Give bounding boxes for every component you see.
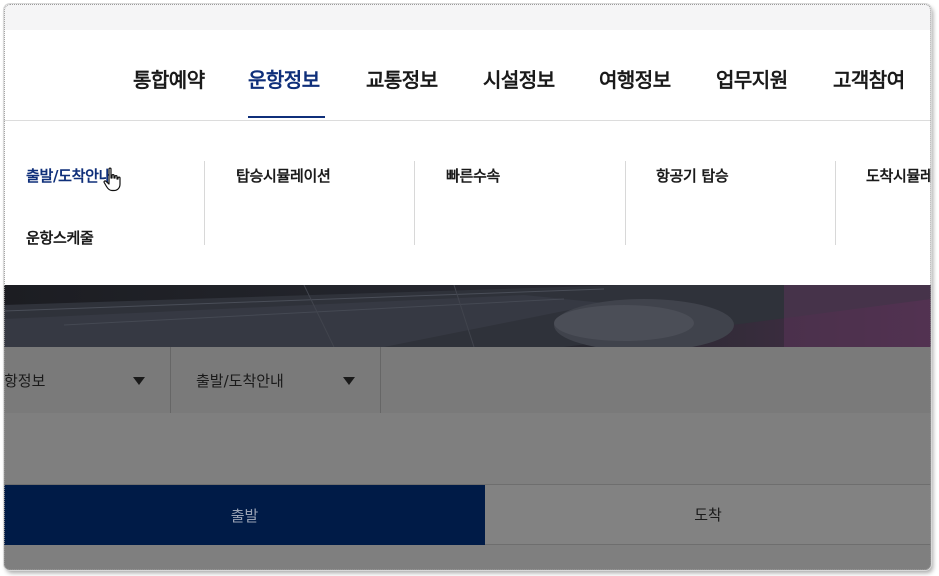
gnb-item-customer-participation[interactable]: 고객참여 [833, 64, 905, 93]
submenu-column-divider [414, 161, 415, 245]
location-select-level1[interactable]: 항정보 [4, 347, 45, 413]
submenu-column-divider [835, 161, 836, 245]
submenu-fast-check-in[interactable]: 빠른수속 [446, 165, 500, 186]
hero-airplane-image [4, 285, 931, 347]
flight-info-submenu: 출발/도착안내 운항스케줄 탑승시뮬레이션 빠른수속 항공기 탑승 도착시뮬레이 [4, 121, 931, 285]
page-content-dimmed: 항정보 출발/도착안내 출발 도착 [4, 347, 931, 570]
tab-arrival[interactable]: 도착 [485, 485, 931, 545]
submenu-column-divider [204, 161, 205, 245]
submenu-aircraft-boarding[interactable]: 항공기 탑승 [656, 165, 729, 186]
submenu-boarding-simulation[interactable]: 탑승시뮬레이션 [236, 165, 331, 186]
chevron-down-icon[interactable] [133, 377, 145, 385]
location-bar: 항정보 출발/도착안내 [4, 347, 931, 413]
submenu-flight-schedule[interactable]: 운항스케줄 [26, 227, 94, 248]
submenu-departure-arrival[interactable]: 출발/도착안내 [26, 165, 112, 186]
submenu-arrival-simulation[interactable]: 도착시뮬레이 [866, 165, 931, 186]
browser-viewport: 통합예약 운항정보 교통정보 시설정보 여행정보 업무지원 고객참여 출발/도착… [4, 4, 931, 570]
airplane-wing-graphic [4, 285, 931, 347]
gnb-item-flight-info[interactable]: 운항정보 [248, 64, 320, 93]
top-utility-strip [4, 4, 931, 30]
tab-departure[interactable]: 출발 [4, 485, 485, 545]
submenu-column-divider [625, 161, 626, 245]
location-select-level2[interactable]: 출발/도착안내 [196, 347, 284, 413]
gnb-item-traffic-info[interactable]: 교통정보 [366, 64, 438, 93]
gnb-item-facility-info[interactable]: 시설정보 [483, 64, 555, 93]
gnb-item-integrated-booking[interactable]: 통합예약 [133, 64, 205, 93]
active-menu-underline [248, 116, 325, 118]
global-navigation: 통합예약 운항정보 교통정보 시설정보 여행정보 업무지원 고객참여 [4, 30, 931, 120]
departure-arrival-tabs: 출발 도착 [4, 484, 931, 545]
gnb-item-business-support[interactable]: 업무지원 [716, 64, 788, 93]
chevron-down-icon[interactable] [343, 377, 355, 385]
location-divider [380, 347, 381, 413]
gnb-item-travel-info[interactable]: 여행정보 [599, 64, 671, 93]
hand-pointer-cursor-icon [103, 167, 121, 192]
location-divider [170, 347, 171, 413]
